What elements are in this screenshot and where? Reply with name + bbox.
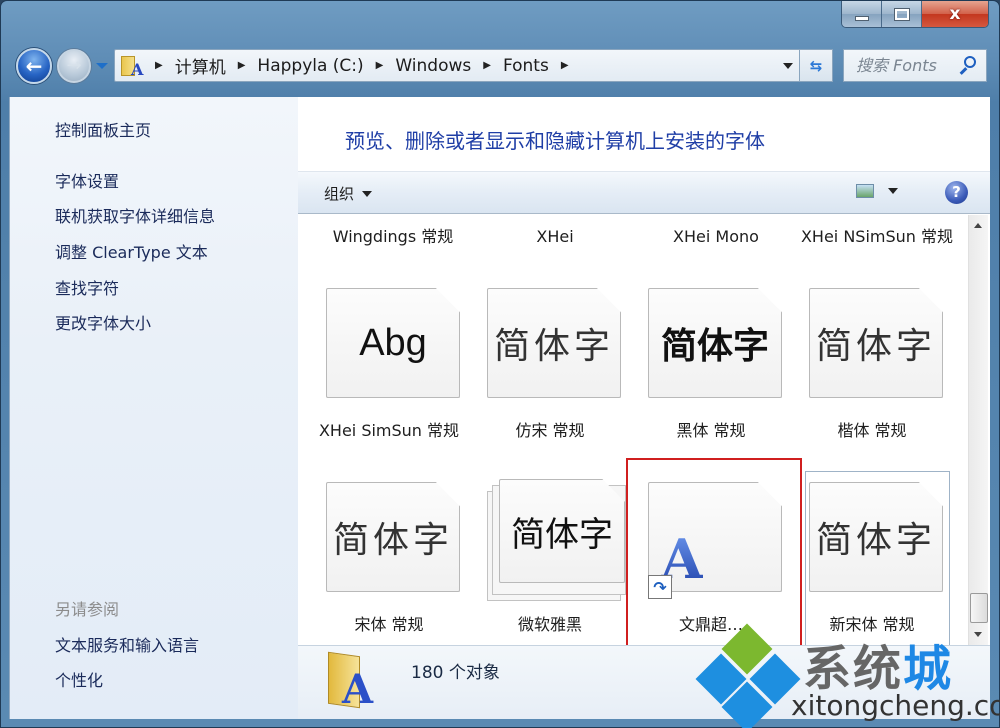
- vertical-scrollbar[interactable]: [968, 215, 988, 645]
- page-title: 预览、删除或者显示和隐藏计算机上安装的字体: [345, 129, 765, 153]
- font-name: 楷体 常规: [837, 421, 907, 440]
- font-grid: Wingdings 常规 XHei XHei Mono XHei NSimSun…: [298, 215, 968, 645]
- font-preview-icon: 简体字: [809, 482, 943, 592]
- change-view-button[interactable]: [856, 184, 898, 198]
- font-sample: 简体字: [815, 326, 936, 367]
- command-bar: 组织 ?: [298, 171, 990, 214]
- font-label-wingdings[interactable]: Wingdings 常规: [313, 225, 473, 249]
- item-count: 180 个对象: [411, 663, 500, 683]
- font-name: 仿宋 常规: [515, 421, 585, 440]
- font-sample: Abg: [359, 321, 427, 364]
- font-name: 文鼎超…: [678, 615, 743, 634]
- chevron-down-icon: [362, 190, 373, 197]
- caption-buttons: x: [841, 1, 989, 28]
- back-button[interactable]: ←: [16, 48, 52, 84]
- arrow-right-icon: →: [66, 55, 82, 76]
- explorer-window: x ← → A ▶ 计算机 ▶ Happyla (C:) ▶ Windows ▶…: [0, 0, 1000, 728]
- arrow-left-icon: ←: [25, 54, 43, 78]
- close-icon: x: [949, 4, 961, 24]
- font-preview-icon: 简体字: [809, 288, 943, 398]
- refresh-icon: ⇆: [809, 56, 823, 75]
- search-input[interactable]: [856, 56, 964, 75]
- breadcrumb-windows[interactable]: Windows: [395, 56, 471, 76]
- font-settings-link[interactable]: 字体设置: [55, 168, 119, 192]
- font-sample: 简体字: [511, 514, 613, 555]
- organize-label: 组织: [324, 185, 355, 203]
- control-panel-home-link[interactable]: 控制面板主页: [55, 117, 151, 141]
- font-sample: 简体字: [815, 520, 936, 561]
- font-preview-icon: Abg: [326, 288, 460, 398]
- shortcut-arrow-icon: ↷: [648, 575, 672, 599]
- close-button[interactable]: x: [922, 1, 988, 27]
- breadcrumb-computer[interactable]: 计算机: [175, 53, 226, 78]
- text-services-link[interactable]: 文本服务和输入语言: [55, 632, 199, 656]
- breadcrumb-separator[interactable]: ▶: [376, 60, 384, 71]
- content-pane: 预览、删除或者显示和隐藏计算机上安装的字体 组织 ? Wingdings 常规 …: [298, 97, 990, 719]
- font-preview-icon: 简体字: [326, 482, 460, 592]
- get-font-info-online-link[interactable]: 联机获取字体详细信息: [55, 203, 215, 227]
- font-name: 黑体 常规: [676, 421, 746, 440]
- fonts-folder-large-icon: A: [328, 651, 378, 716]
- font-sample: 简体字: [493, 326, 614, 367]
- find-character-link[interactable]: 查找字符: [55, 275, 119, 299]
- font-sample: 简体字: [332, 520, 453, 561]
- breadcrumb-separator[interactable]: ▶: [483, 60, 491, 71]
- font-preview-icon: 简体字: [648, 288, 782, 398]
- maximize-button[interactable]: [882, 1, 922, 27]
- organize-button[interactable]: 组织: [324, 183, 373, 204]
- font-name: XHei SimSun 常规: [318, 421, 460, 440]
- breadcrumb-separator[interactable]: ▶: [155, 60, 163, 71]
- refresh-button[interactable]: ⇆: [799, 49, 833, 82]
- font-label-xhei-nsimsun[interactable]: XHei NSimSun 常规: [797, 225, 957, 249]
- change-font-size-link[interactable]: 更改字体大小: [55, 310, 151, 334]
- chevron-down-icon: [888, 188, 898, 194]
- search-box[interactable]: [843, 49, 987, 82]
- forward-button[interactable]: →: [57, 49, 91, 83]
- breadcrumb-fonts[interactable]: Fonts: [503, 56, 549, 76]
- address-bar[interactable]: A ▶ 计算机 ▶ Happyla (C:) ▶ Windows ▶ Fonts…: [114, 49, 802, 82]
- recent-pages-dropdown[interactable]: [96, 63, 108, 69]
- breadcrumb-separator[interactable]: ▶: [561, 60, 569, 71]
- breadcrumb-separator[interactable]: ▶: [238, 60, 246, 71]
- scroll-thumb[interactable]: [970, 593, 988, 623]
- minimize-button[interactable]: [842, 1, 882, 27]
- help-icon: ?: [952, 183, 961, 201]
- scroll-down-icon[interactable]: [974, 632, 982, 637]
- see-also-heading: 另请参阅: [55, 600, 120, 619]
- search-icon[interactable]: [959, 56, 976, 76]
- view-icon: [856, 184, 874, 198]
- personalization-link[interactable]: 个性化: [55, 667, 103, 691]
- adjust-cleartype-link[interactable]: 调整 ClearType 文本: [55, 239, 208, 263]
- fonts-folder-icon: A: [121, 54, 143, 79]
- breadcrumb-drive[interactable]: Happyla (C:): [257, 56, 363, 76]
- maximize-icon: [893, 7, 910, 21]
- font-preview-icon: 简体字: [499, 479, 625, 583]
- font-preview-icon: 简体字: [487, 288, 621, 398]
- help-button[interactable]: ?: [945, 181, 968, 204]
- font-label-xhei[interactable]: XHei: [475, 225, 635, 249]
- address-history-dropdown[interactable]: [783, 63, 793, 69]
- scroll-up-icon[interactable]: [974, 223, 982, 228]
- font-label-xhei-mono[interactable]: XHei Mono: [636, 225, 796, 249]
- font-name: 新宋体 常规: [829, 615, 915, 634]
- tasks-pane: 控制面板主页 字体设置 联机获取字体详细信息 调整 ClearType 文本 查…: [9, 97, 298, 719]
- details-pane: A 180 个对象: [298, 645, 990, 719]
- minimize-icon: [854, 15, 869, 21]
- font-name: 微软雅黑: [517, 615, 582, 634]
- font-name: 宋体 常规: [354, 615, 424, 634]
- font-sample: 简体字: [660, 326, 769, 367]
